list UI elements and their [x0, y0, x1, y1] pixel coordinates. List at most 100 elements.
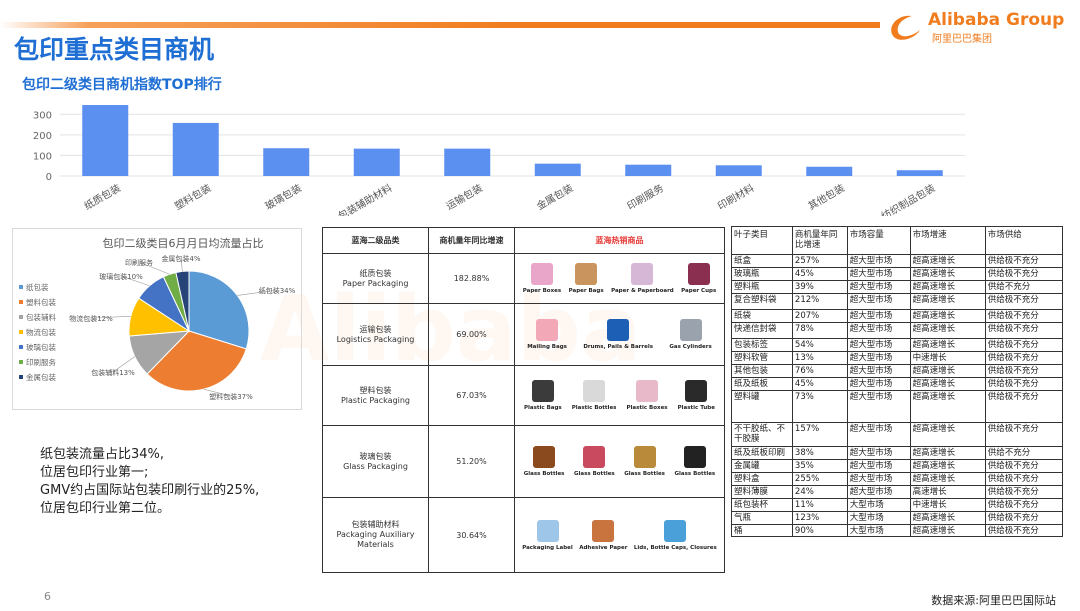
bar — [82, 105, 129, 176]
right-table-cell: 39% — [791, 280, 848, 294]
right-table-cell: 供给不充分 — [984, 280, 1064, 294]
right-table-cell: 超大型市场 — [846, 472, 911, 486]
right-table-row: 纸袋 207% 超大型市场 超高速增长 供给极不充分 — [731, 309, 1064, 323]
product-image-icon — [583, 446, 606, 468]
mid-growth-cell: 182.88% — [429, 254, 515, 303]
bar-y-tick-label: 300 — [33, 110, 52, 121]
product-label: Paper & Paperboard — [611, 288, 674, 294]
mid-category-en: Plastic Packaging — [340, 395, 411, 405]
product-label: Glass Bottles — [674, 471, 716, 477]
mid-table-row: 运输包装 Logistics Packaging 69.00% Mailing Bag… — [323, 304, 724, 366]
right-table-row: 其他包装 76% 超大型市场 超高速增长 供给极不充分 — [731, 364, 1064, 378]
product-image-icon — [583, 380, 606, 402]
product-label: Packaging Label — [522, 544, 573, 551]
right-table-cell: 大型市场 — [846, 524, 911, 537]
product-label: Gas Cylinders — [669, 344, 712, 350]
mid-table-row: 玻璃包装 Glass Packaging 51.20% Glass Bottles Gl… — [323, 426, 724, 498]
product-item: Paper Boxes — [523, 263, 561, 294]
product-item: Glass Bottles — [624, 446, 665, 477]
right-table-cell: 157% — [791, 422, 848, 447]
right-table-cell: 90% — [791, 524, 848, 537]
right-table-cell: 超高速增长 — [909, 472, 986, 486]
right-table-cell: 高速增长 — [909, 485, 986, 499]
product-item: Mailing Bags — [527, 319, 567, 350]
right-table-cell: 纸及纸板 — [731, 377, 793, 391]
bar-x-tick-label: 其他包装 — [806, 181, 847, 212]
bar — [263, 148, 310, 176]
product-label: Mailing Bags — [527, 344, 567, 350]
summary-text: 纸包装流量占比34%, 位居包印行业第一; GMV约占国际站包装印刷行业的25%… — [40, 446, 259, 518]
bar-x-tick-label: 玻璃包装 — [263, 181, 304, 212]
mid-category-en: Packaging Auxiliary Materials — [336, 530, 415, 549]
bar — [172, 122, 219, 176]
right-table-cell: 超大型市场 — [846, 446, 911, 460]
right-table-cell: 255% — [791, 472, 848, 486]
right-table-cell: 超大型市场 — [846, 309, 911, 323]
right-table-cell: 塑料薄膜 — [731, 485, 793, 499]
right-table-row: 塑料软管 13% 超大型市场 中速增长 供给极不充分 — [731, 351, 1064, 365]
right-table-cell: 超高速增长 — [909, 364, 986, 378]
product-image-icon — [631, 263, 654, 285]
alibaba-smile-icon — [891, 15, 920, 40]
product-image-icon — [536, 519, 559, 542]
right-table-row: 塑料罐 73% 超大型市场 超高速增长 供给极不充分 — [731, 390, 1064, 423]
header-accent-bar — [0, 22, 880, 28]
summary-line: 位居包印行业第一; — [40, 465, 149, 480]
right-header-cell: 市场增速 — [909, 226, 986, 255]
right-table-cell: 超大型市场 — [846, 485, 911, 499]
bar-x-tick-label: 印刷服务 — [625, 181, 666, 212]
mid-category-cell: 包装辅助材料 Packaging Auxiliary Materials — [323, 498, 429, 572]
mid-products-cell: Plastic Bags Plastic Bottles Plastic Boxes… — [515, 366, 724, 425]
right-table-row: 气瓶 123% 大型市场 超高速增长 供给极不充分 — [731, 511, 1064, 525]
right-table-row: 塑料瓶 39% 超大型市场 超高速增长 供给不充分 — [731, 280, 1064, 294]
page-title: 包印重点类目商机 — [14, 35, 215, 64]
pie-slice-label: 塑料包装37% — [209, 392, 253, 401]
right-table-cell: 257% — [791, 254, 848, 268]
mid-table-row: 包装辅助材料 Packaging Auxiliary Materials 30.64… — [323, 498, 724, 572]
product-image-icon — [592, 519, 615, 542]
pie-slice-label: 玻璃包装10% — [99, 272, 143, 281]
right-table-cell: 供给极不充分 — [984, 524, 1064, 537]
right-table-cell: 纸袋 — [731, 309, 793, 323]
right-table-cell: 35% — [791, 459, 848, 473]
right-table-cell: 纸盒 — [731, 254, 793, 268]
pie-legend-marker — [19, 330, 23, 334]
right-table-cell: 供给极不充分 — [984, 390, 1064, 423]
right-table-cell: 超高速增长 — [909, 459, 986, 473]
right-table-row: 纸及纸板印刷 38% 超大型市场 超高速增长 供给不充分 — [731, 446, 1064, 460]
right-table-cell: 供给极不充分 — [984, 511, 1064, 525]
pie-legend-marker — [19, 285, 23, 289]
pie-legend-marker — [19, 345, 23, 349]
product-image-icon — [633, 446, 656, 468]
pie-title: 包印二级类目6月月日均流量占比 — [103, 236, 264, 250]
product-image-icon — [683, 446, 706, 468]
right-table-cell: 超大型市场 — [846, 377, 911, 391]
right-table-cell: 54% — [791, 338, 848, 352]
blue-ocean-table: 蓝海二级品类 商机量年同比增速 蓝海热销商品 纸质包装 Paper Packagi… — [322, 227, 725, 573]
product-item: Lids, Bottle Caps, Closures — [634, 519, 717, 551]
chart-subtitle: 包印二级类目商机指数TOP排行 — [22, 77, 222, 93]
product-image-icon — [533, 446, 556, 468]
right-table-cell: 超大型市场 — [846, 293, 911, 310]
bar-x-tick-label: 印刷材料 — [715, 181, 756, 212]
right-table-cell: 超高速增长 — [909, 254, 986, 268]
product-item: Glass Bottles — [674, 446, 716, 477]
right-table-cell: 气瓶 — [731, 511, 793, 525]
bar-x-tick-label: 纸质包装 — [82, 181, 123, 212]
right-table-cell: 超高速增长 — [909, 524, 986, 537]
product-item: Adhesive Paper — [579, 519, 627, 551]
product-image-icon — [664, 519, 687, 542]
right-table-cell: 金属罐 — [731, 459, 793, 473]
right-table-row: 纸盒 257% 超大型市场 超高速增长 供给极不充分 — [731, 254, 1064, 268]
right-table-cell: 大型市场 — [846, 498, 911, 512]
right-table-cell: 塑料罐 — [731, 390, 793, 423]
pie-slice-label: 印刷服务 — [125, 258, 153, 267]
right-header-cell: 叶子类目 — [731, 226, 793, 255]
pie-slice-label: 物流包装12% — [69, 314, 113, 323]
right-table-cell: 76% — [791, 364, 848, 378]
right-table-row: 纸及纸板 45% 超大型市场 超高速增长 供给极不充分 — [731, 377, 1064, 391]
pie-slice-label: 包装辅料13% — [91, 368, 135, 377]
pie-slice-label: 纸包装34% — [259, 286, 296, 295]
product-label: Paper Cups — [681, 288, 717, 294]
product-label: Paper Bags — [568, 288, 604, 294]
